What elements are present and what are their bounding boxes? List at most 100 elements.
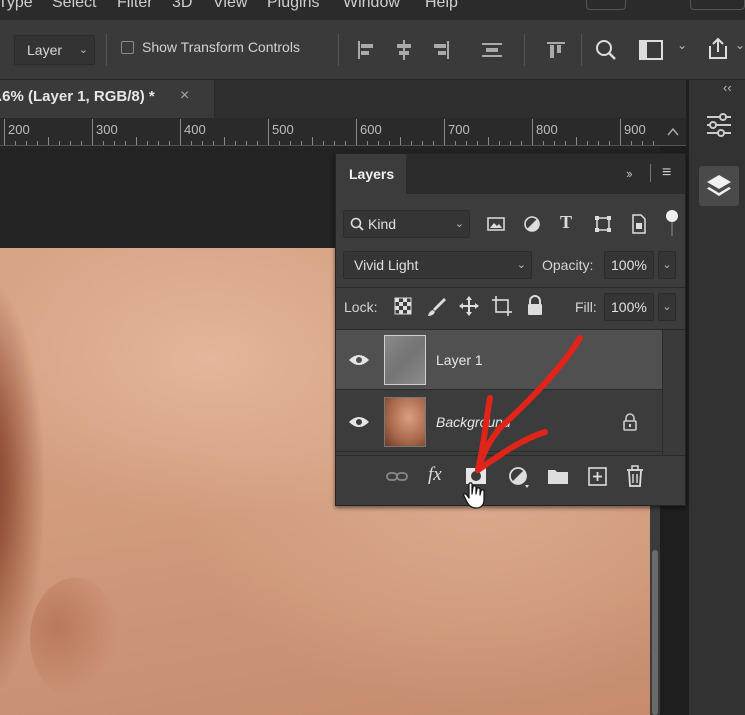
- divider: [581, 34, 582, 66]
- layer-name[interactable]: Background: [436, 414, 511, 430]
- horizontal-ruler: 200 300 400 500 600 700 800 900: [0, 118, 686, 146]
- scrollbar-thumb[interactable]: [652, 550, 658, 715]
- align-horizontal-centers-icon[interactable]: [393, 39, 415, 61]
- divider: [336, 287, 685, 288]
- ruler-tick: [323, 141, 324, 145]
- layers-panel-button[interactable]: [699, 166, 739, 206]
- ruler-tick: [455, 141, 456, 145]
- filter-shape-layers-icon[interactable]: [593, 214, 613, 234]
- close-tab-icon[interactable]: ×: [180, 87, 189, 105]
- menu-3d[interactable]: 3D: [172, 0, 192, 12]
- ruler-tick: [224, 137, 225, 145]
- collapse-panel-icon[interactable]: ››: [626, 166, 633, 181]
- new-layer-icon[interactable]: [586, 464, 610, 490]
- collapse-dock-icon[interactable]: ‹‹: [723, 80, 732, 95]
- layers-panel: Layers ›› ≡ Kind ⌄ T Vivid Light ⌄ Opaci…: [335, 153, 686, 506]
- menu-type[interactable]: Type: [0, 0, 33, 12]
- adjustment-layer-icon[interactable]: [506, 464, 532, 490]
- menu-help[interactable]: Help: [425, 0, 458, 12]
- menu-view[interactable]: View: [213, 0, 247, 12]
- fill-input[interactable]: 100%: [604, 293, 654, 321]
- layers-tab-label: Layers: [349, 166, 395, 182]
- workspace-chevron-icon[interactable]: ⌄: [677, 38, 687, 52]
- share-icon[interactable]: [704, 36, 732, 62]
- layer-name[interactable]: Layer 1: [436, 352, 483, 368]
- auto-select-target-dropdown[interactable]: Layer ⌄: [14, 35, 95, 65]
- filter-type-layers-icon[interactable]: T: [560, 212, 572, 233]
- minimize-button[interactable]: [586, 0, 626, 10]
- menu-select[interactable]: Select: [52, 0, 96, 12]
- ruler-tick: [532, 119, 533, 145]
- chevron-down-icon: ⌄: [78, 44, 88, 56]
- ruler-tick: [125, 141, 126, 145]
- share-chevron-icon[interactable]: ⌄: [735, 38, 745, 52]
- ruler-tick: [422, 141, 423, 145]
- layers-list-scrollbar[interactable]: [662, 330, 685, 454]
- blend-mode-dropdown[interactable]: Vivid Light ⌄: [343, 251, 532, 279]
- ruler-tick: [466, 141, 467, 145]
- filter-kind-dropdown[interactable]: Kind ⌄: [343, 210, 470, 238]
- ruler-tick: [279, 141, 280, 145]
- opacity-slider-toggle[interactable]: ⌄: [658, 251, 676, 279]
- filter-toggle-icon[interactable]: [666, 210, 678, 222]
- ruler-tick: [169, 141, 170, 145]
- ruler-tick: [81, 141, 82, 145]
- panel-menu-icon[interactable]: ≡: [662, 164, 671, 182]
- lock-all-icon[interactable]: [526, 295, 544, 317]
- menu-filter[interactable]: Filter: [117, 0, 153, 12]
- ruler-tick: [609, 141, 610, 145]
- layer-thumbnail: [384, 335, 426, 385]
- link-layers-icon[interactable]: [385, 464, 409, 490]
- visibility-eye-icon[interactable]: [348, 352, 370, 368]
- hand-cursor-icon: [463, 482, 485, 509]
- layer-thumbnail: [384, 397, 426, 447]
- lock-transparent-pixels-icon[interactable]: [394, 297, 412, 315]
- close-window-button[interactable]: [690, 0, 745, 10]
- search-icon: [350, 217, 364, 231]
- lock-position-icon[interactable]: [458, 295, 480, 317]
- workspace-layout-icon[interactable]: [638, 38, 664, 62]
- ruler-tick: [587, 141, 588, 145]
- opacity-input[interactable]: 100%: [604, 251, 654, 279]
- document-tab[interactable]: .6% (Layer 1, RGB/8) * ×: [0, 80, 215, 118]
- filter-smart-objects-icon[interactable]: [631, 213, 647, 235]
- delete-icon[interactable]: [624, 464, 646, 490]
- search-icon[interactable]: [594, 38, 618, 62]
- layer-row-layer-1[interactable]: Layer 1: [336, 330, 662, 390]
- ruler-tick: [92, 119, 93, 145]
- distribute-vertical-icon[interactable]: [480, 39, 504, 61]
- fx-icon[interactable]: fx: [428, 464, 442, 490]
- filter-adjustment-layers-icon[interactable]: [523, 215, 541, 233]
- lock-artboard-icon[interactable]: [491, 295, 513, 317]
- fill-slider-toggle[interactable]: ⌄: [658, 293, 676, 321]
- ruler-tick: [103, 141, 104, 145]
- align-top-edges-icon[interactable]: [545, 39, 567, 61]
- ruler-tick: [565, 141, 566, 145]
- layer-row-background[interactable]: Background: [336, 392, 662, 452]
- restore-button[interactable]: [630, 0, 660, 10]
- chevron-up-icon[interactable]: [666, 126, 680, 138]
- layers-tab[interactable]: Layers: [336, 154, 406, 194]
- ruler-label: 200: [8, 122, 30, 137]
- ruler-tick: [26, 141, 27, 145]
- right-dock: ‹‹: [689, 80, 745, 715]
- show-transform-controls-checkbox[interactable]: [121, 41, 134, 54]
- menu-window[interactable]: Window: [343, 0, 400, 12]
- opacity-value: 100%: [611, 257, 647, 273]
- align-left-edges-icon[interactable]: [355, 39, 377, 61]
- visibility-eye-icon[interactable]: [348, 414, 370, 430]
- lock-image-pixels-icon[interactable]: [426, 296, 448, 318]
- filter-pixel-layers-icon[interactable]: [486, 215, 506, 233]
- adjustments-panel-button[interactable]: [699, 105, 739, 145]
- filter-toggle-track: [671, 222, 673, 236]
- layers-panel-footer: fx: [336, 455, 685, 499]
- align-right-edges-icon[interactable]: [430, 39, 452, 61]
- menu-bar: Type Select Filter 3D View Plugins Windo…: [0, 0, 745, 20]
- adjustments-sliders-icon: [707, 113, 731, 137]
- menu-plugins[interactable]: Plugins: [267, 0, 319, 12]
- divider: [338, 34, 339, 66]
- canvas-vertical-scrollbar[interactable]: [650, 500, 660, 715]
- lock-icon: [623, 413, 637, 431]
- ruler-tick: [400, 137, 401, 145]
- new-group-icon[interactable]: [546, 464, 570, 490]
